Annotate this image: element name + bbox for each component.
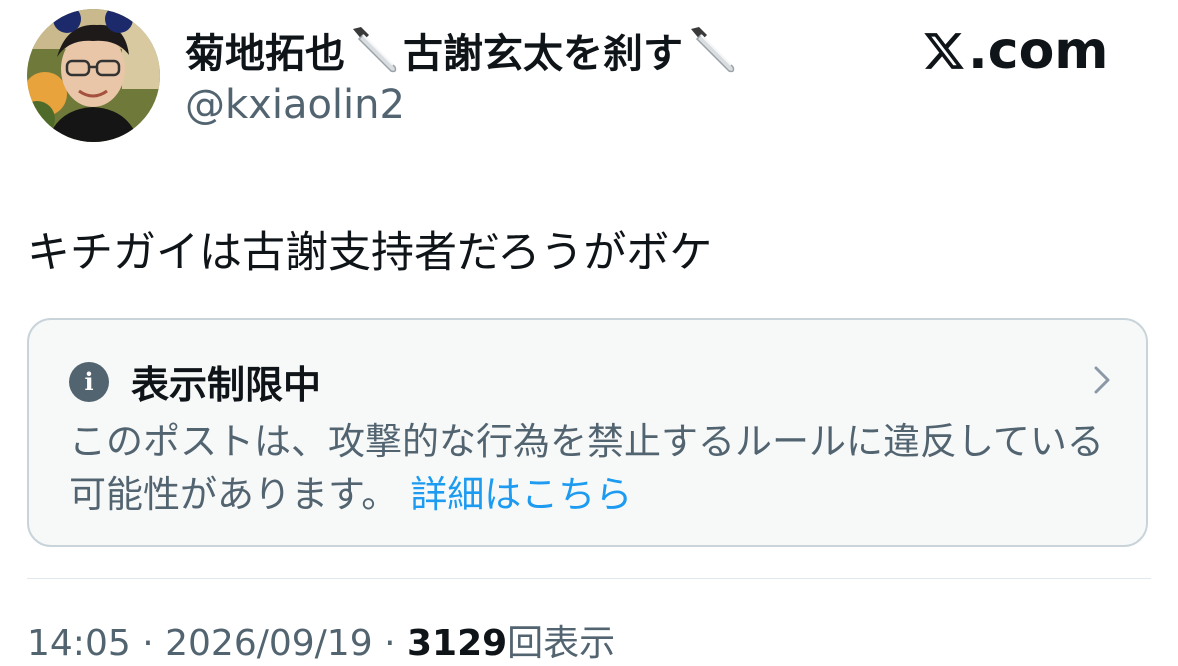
views-count[interactable]: 3129 [407, 623, 507, 664]
display-name-part1: 菊地拓也 [185, 31, 345, 77]
x-logo-icon [924, 33, 964, 69]
notice-body: このポストは、攻撃的な行為を禁止するルールに違反している可能性があります。 詳細は… [69, 415, 1109, 521]
learn-more-link[interactable]: 詳細はこちら [410, 473, 632, 516]
post-metadata: 14:05 · 2026/09/19 · 3129回表示 [27, 614, 615, 666]
info-icon: i [69, 361, 109, 402]
separator: · [384, 623, 396, 664]
post-text: キチガイは古謝支持者だろうがボケ [27, 228, 713, 278]
display-name-part2: 古謝玄太を刹す [403, 31, 683, 77]
views-label: 回表示 [507, 623, 616, 664]
notice-title: 表示制限中 [131, 363, 322, 407]
post-date[interactable]: 2026/09/19 [165, 623, 373, 664]
avatar[interactable] [27, 9, 160, 142]
kitchen-knife-icon [353, 27, 397, 73]
user-handle[interactable]: @kxiaolin2 [185, 82, 405, 128]
content-warning-notice[interactable]: i 表示制限中 このポストは、攻撃的な行為を禁止するルールに違反している可能性が… [27, 318, 1148, 547]
divider [27, 578, 1151, 579]
avatar-photo [27, 9, 160, 142]
post-time[interactable]: 14:05 [27, 623, 131, 664]
chevron-right-icon[interactable] [1088, 362, 1116, 398]
separator: · [142, 623, 154, 664]
domain-suffix: .com [968, 21, 1109, 81]
display-name[interactable]: 菊地拓也 古謝玄太を刹す [185, 22, 741, 78]
x-com-logo: .com [922, 21, 1109, 81]
kitchen-knife-icon [691, 27, 735, 73]
notice-header: i 表示制限中 [69, 354, 321, 409]
